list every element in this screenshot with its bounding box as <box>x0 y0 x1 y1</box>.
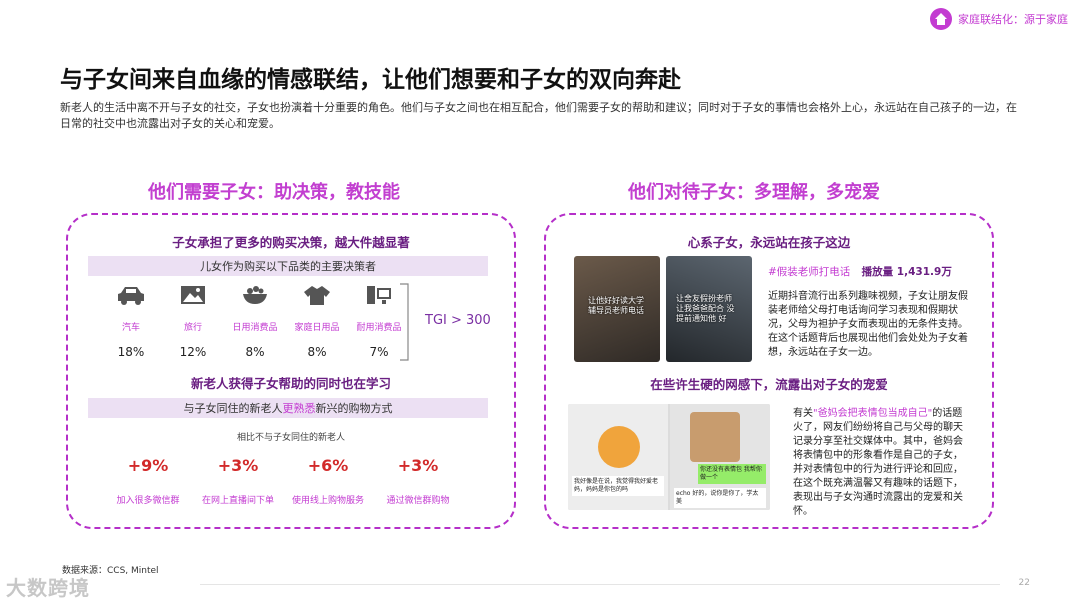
page-title: 与子女间来自血缘的情感联结，让他们想要和子女的双向奔赴 <box>60 67 681 93</box>
section-badge: 家庭联结化：源于家庭 <box>930 8 1068 30</box>
chat-screenshot: 我好像是在说，我觉得我好爱老妈，妈妈是你包的吗 你还没有表情包 我帮你做一个 e… <box>568 404 770 510</box>
stat-value: +9% <box>127 456 169 475</box>
compare-note: 相比不与子女同住的新老人 <box>236 433 345 443</box>
left-bar1: 儿女作为购买以下品类的主要决策者 <box>88 256 488 276</box>
right-sub1: 心系子女，永远站在孩子这边 <box>687 235 851 250</box>
stat-label: 使用线上购物服务 <box>291 496 364 506</box>
bar2-post: 新兴的购物方式 <box>315 402 393 415</box>
stat-item: +9% 加入很多微信群 <box>103 456 193 506</box>
section-badge-text: 家庭联结化：源于家庭 <box>958 13 1068 26</box>
category-pct: 8% <box>245 345 265 359</box>
chat-bubble: echo 好的，说你是你了，学太美 <box>674 488 766 508</box>
right-para1: 近期抖音流行出系列趣味视频，子女让朋友假装老师给父母打电话询问学习表现和假期状况… <box>768 291 968 358</box>
category-pct: 8% <box>307 345 327 359</box>
category-label: 家庭日用品 <box>294 323 340 333</box>
stat-label: 在网上直播间下单 <box>201 496 274 506</box>
footer-divider <box>200 584 1000 585</box>
brand-logo: 大数跨境 <box>6 576 90 600</box>
category-household: 家庭日用品 8% <box>286 284 348 359</box>
intro-paragraph: 新老人的生活中离不开与子女的社交，子女也扮演着十分重要的角色。他们与子女之间也在… <box>60 101 1017 130</box>
bowl-icon <box>243 286 267 304</box>
car-icon <box>118 287 144 305</box>
video-caption: 让他好好读大学 辅导员老师电话 <box>588 296 644 315</box>
stat-item: +3% 在网上直播间下单 <box>193 456 283 506</box>
stats-row: +9% 加入很多微信群 +3% 在网上直播间下单 +6% 使用线上购物服务 +3… <box>103 456 463 506</box>
bar2-highlight: 更熟悉 <box>282 402 316 415</box>
stat-label: 加入很多微信群 <box>116 496 180 506</box>
right-sub2: 在些许生硬的网感下，流露出对子女的宠爱 <box>650 377 888 392</box>
travel-picture-icon <box>181 286 205 304</box>
category-pct: 12% <box>179 345 207 359</box>
left-sub2: 新老人获得子女帮助的同时也在学习 <box>190 376 391 391</box>
category-car: 汽车 18% <box>100 284 162 359</box>
para2-post: 的话题火了，网友们纷纷将自己与父母的聊天记录分享至社交媒体中。其中，爸妈会将表情… <box>793 408 963 517</box>
chat-left-pane: 我好像是在说，我觉得我好爱老妈，妈妈是你包的吗 <box>568 404 668 510</box>
right-para2: 有关"爸妈会把表情包当成自己"的话题火了，网友们纷纷将自己与父母的聊天记录分享至… <box>793 407 968 519</box>
sticker-image <box>598 426 640 468</box>
page-number: 22 <box>1018 578 1030 588</box>
left-sub1: 子女承担了更多的购买决策，越大件越显著 <box>172 235 410 250</box>
bracket <box>400 283 409 361</box>
play-count: 播放量 1,431.9万 <box>861 266 952 278</box>
hashtag-line: #假装老师打电话 播放量 1,431.9万 <box>768 264 952 279</box>
right-heading: 他们对待子女：多理解，多宠爱 <box>628 182 880 203</box>
video-thumbnail-2[interactable]: 让舍友假扮老师 让我爸爸配合 没提前通知他 好 <box>666 256 752 362</box>
para2-pre: 有关 <box>793 408 813 419</box>
home-icon <box>930 8 952 30</box>
bar2-pre: 与子女同住的新老人 <box>183 402 283 415</box>
category-label: 汽车 <box>121 323 140 333</box>
stat-label: 通过微信群购物 <box>386 496 450 506</box>
category-label: 日用消费品 <box>232 323 278 333</box>
tgi-label: TGI > 300 <box>425 313 491 328</box>
category-travel: 旅行 12% <box>162 284 224 359</box>
chat-right-pane: 你还没有表情包 我帮你做一个 echo 好的，说你是你了，学太美 <box>670 404 770 510</box>
dog-photo <box>690 412 740 462</box>
stat-value: +6% <box>307 456 349 475</box>
left-bar2: 与子女同住的新老人 更熟悉 新兴的购物方式 <box>88 398 488 418</box>
stat-value: +3% <box>217 456 259 475</box>
left-heading: 他们需要子女：助决策，教技能 <box>148 182 400 203</box>
video-caption: 让舍友假扮老师 让我爸爸配合 没提前通知他 好 <box>676 294 735 323</box>
hashtag: #假装老师打电话 <box>768 266 851 278</box>
category-pct: 18% <box>117 345 145 359</box>
stat-item: +6% 使用线上购物服务 <box>283 456 373 506</box>
category-label: 旅行 <box>183 323 202 333</box>
sweater-icon <box>304 286 330 305</box>
video-thumbnail-1[interactable]: 让他好好读大学 辅导员老师电话 <box>574 256 660 362</box>
chat-bubble: 我好像是在说，我觉得我好爱老妈，妈妈是你包的吗 <box>572 476 664 496</box>
appliance-icon <box>367 286 391 304</box>
category-row: 汽车 18% 旅行 12% 日用消费品 8% 家庭日用品 8% 耐用消费品 7% <box>100 284 410 359</box>
stat-value: +3% <box>397 456 439 475</box>
stat-item: +3% 通过微信群购物 <box>373 456 463 506</box>
para2-highlight: "爸妈会把表情包当成自己" <box>813 408 933 419</box>
chat-bubble: 你还没有表情包 我帮你做一个 <box>698 464 766 484</box>
category-daily: 日用消费品 8% <box>224 284 286 359</box>
